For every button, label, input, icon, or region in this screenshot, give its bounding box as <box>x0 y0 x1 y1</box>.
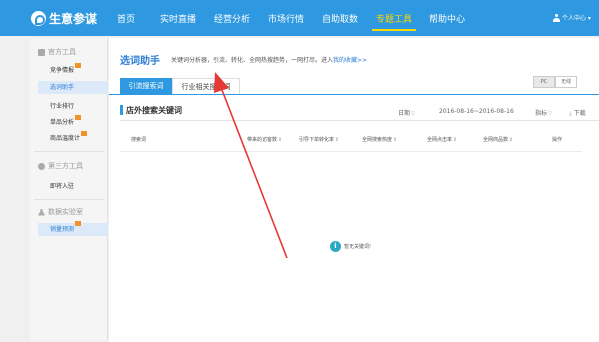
section-divider <box>120 120 599 121</box>
brand-logo[interactable]: 生意参谋 <box>31 10 97 26</box>
sidebar-item-label: 竞争情报 <box>50 67 75 74</box>
sort-icon: ⇕ <box>335 137 340 143</box>
sidebar-item-competition[interactable]: 竞争情报 <box>50 63 82 74</box>
nav-item-business-analysis[interactable]: 经营分析 <box>214 12 250 25</box>
main-panel: 选词助手 关键词分析器，引流、转化、全网热搜趋势，一网打尽。进入我的收藏>> 引… <box>109 38 599 342</box>
column-header-label: 全网点击率 <box>427 137 453 143</box>
empty-state: i 暂无关键词! <box>330 241 371 252</box>
sidebar-item-sales-forecast[interactable]: 销量预测 <box>38 221 108 236</box>
column-header-label: 带来的访客数 <box>247 137 278 143</box>
column-header-visitors[interactable]: 带来的访客数⇕ <box>247 136 282 143</box>
new-badge-icon <box>81 131 88 136</box>
column-header-label: 全网商品数 <box>483 137 509 143</box>
download-label: 下载 <box>573 110 586 117</box>
sidebar-group-label: 官方工具 <box>48 48 76 56</box>
device-toggle-pc[interactable]: PC <box>533 76 555 88</box>
sidebar-group-label: 数据实验室 <box>48 208 83 216</box>
user-menu-label: 个人中心 ▾ <box>562 15 591 22</box>
column-header-actions: 操作 <box>552 137 563 143</box>
sidebar-item-coming-soon[interactable]: 即将入驻 <box>50 181 74 190</box>
sort-icon: ⇕ <box>278 137 283 143</box>
my-favorites-link[interactable]: 我的收藏>> <box>333 57 367 64</box>
brand-name: 生意参谋 <box>49 11 98 26</box>
column-header-conversion[interactable]: 引导下单转化率⇕ <box>299 136 339 143</box>
sidebar-group-label: 第三方工具 <box>48 162 83 170</box>
column-header-label: 引导下单转化率 <box>299 137 335 143</box>
download-button[interactable]: ⤓ 下载 <box>569 108 586 118</box>
section-title: 店外搜索关键词 <box>126 106 182 115</box>
page-description: 关键词分析器，引流、转化、全网热搜趋势，一网打尽。进入我的收藏>> <box>171 55 367 64</box>
sidebar-item-word-helper[interactable]: 选词助手 <box>38 81 108 94</box>
sidebar-item-thermometer[interactable]: 商品温度计 <box>50 131 88 142</box>
column-header-label: 全网搜索热度 <box>362 137 393 143</box>
tab-industry-keywords[interactable]: 行业相关搜索词 <box>172 78 240 95</box>
sidebar-group-third-party: 第三方工具 <box>38 161 83 171</box>
brand-logo-icon <box>31 10 46 26</box>
column-header-ctr[interactable]: 全网点击率⇕ <box>427 136 457 143</box>
top-nav: 生意参谋 首页 实时直播 经营分析 市场行情 自助取数 专题工具 帮助中心 个人… <box>0 0 599 36</box>
chevron-down-icon: ▽ <box>548 111 552 117</box>
table-header-divider <box>120 151 582 152</box>
flask-icon <box>38 208 45 216</box>
sidebar-group-lab: 数据实验室 <box>38 207 83 217</box>
column-header-keyword: 搜索词 <box>131 137 147 143</box>
user-menu[interactable]: 个人中心 ▾ <box>553 13 591 22</box>
sidebar-divider <box>34 151 104 152</box>
info-icon: i <box>330 241 341 252</box>
chevron-down-icon: ▽ <box>411 111 415 117</box>
nav-active-indicator <box>372 29 416 31</box>
sidebar-item-label: 单品分析 <box>50 119 75 126</box>
sidebar-group-official: 官方工具 <box>38 47 76 57</box>
new-badge-icon <box>75 221 82 226</box>
toolbox-icon <box>38 48 45 56</box>
sidebar-divider <box>34 199 104 200</box>
metric-select[interactable]: 指标▽ <box>535 108 552 117</box>
sort-icon: ⇕ <box>453 137 458 143</box>
tab-traffic-keywords[interactable]: 引流搜索词 <box>120 78 172 95</box>
sidebar: 官方工具 竞争情报 选词助手 行业排行 单品分析 商品温度计 第三方工具 即将入… <box>30 38 108 340</box>
date-range[interactable]: 2016-08-16~2016-08-16 <box>439 108 514 115</box>
section-marker <box>120 105 123 115</box>
sidebar-item-industry-rank[interactable]: 行业排行 <box>50 101 74 110</box>
page-description-text: 关键词分析器，引流、转化、全网热搜趋势，一网打尽。进入 <box>171 57 334 64</box>
nav-item-home[interactable]: 首页 <box>117 12 135 25</box>
new-badge-icon <box>75 115 82 120</box>
new-badge-icon <box>75 63 82 68</box>
sort-icon: ⇕ <box>509 137 514 143</box>
plugin-icon <box>38 162 45 170</box>
sidebar-item-label: 销量预测 <box>50 226 75 233</box>
empty-state-text: 暂无关键词! <box>344 244 372 250</box>
period-select[interactable]: 日期▽ <box>398 108 415 117</box>
sort-icon: ⇕ <box>393 137 398 143</box>
sidebar-item-label: 商品温度计 <box>50 135 81 142</box>
period-select-label: 日期 <box>398 110 411 117</box>
page-title: 选词助手 <box>120 56 160 67</box>
tabs-divider <box>109 94 599 95</box>
column-header-search-heat[interactable]: 全网搜索热度⇕ <box>362 136 397 143</box>
nav-item-special-tools[interactable]: 专题工具 <box>376 12 412 25</box>
metric-select-label: 指标 <box>535 110 548 117</box>
nav-item-market[interactable]: 市场行情 <box>268 12 304 25</box>
nav-item-live[interactable]: 实时直播 <box>160 12 196 25</box>
nav-item-self-service[interactable]: 自助取数 <box>322 12 358 25</box>
nav-item-help[interactable]: 帮助中心 <box>429 12 465 25</box>
user-icon <box>553 13 560 22</box>
column-header-product-count[interactable]: 全网商品数⇕ <box>483 136 513 143</box>
device-toggle-wireless[interactable]: 无线 <box>555 76 577 88</box>
sidebar-item-product-analysis[interactable]: 单品分析 <box>50 115 82 126</box>
